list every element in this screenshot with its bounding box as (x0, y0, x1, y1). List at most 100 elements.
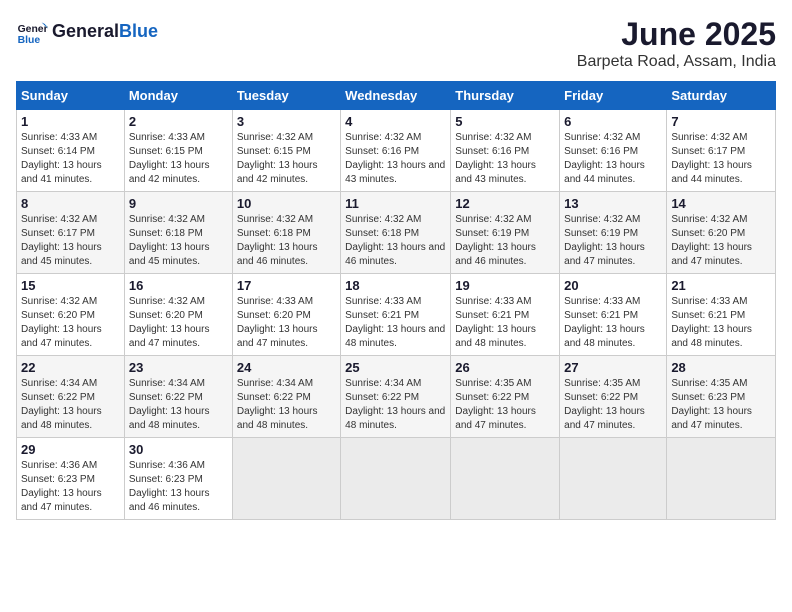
calendar-week-2: 8 Sunrise: 4:32 AMSunset: 6:17 PMDaylight… (17, 192, 776, 274)
weekday-header-tuesday: Tuesday (232, 82, 340, 110)
calendar-cell: 14 Sunrise: 4:32 AMSunset: 6:20 PMDayligh… (667, 192, 776, 274)
calendar-cell (341, 438, 451, 520)
weekday-header-wednesday: Wednesday (341, 82, 451, 110)
day-number: 17 (237, 278, 336, 293)
day-detail: Sunrise: 4:32 AMSunset: 6:20 PMDaylight:… (129, 296, 210, 349)
day-detail: Sunrise: 4:33 AMSunset: 6:15 PMDaylight:… (129, 132, 210, 185)
logo-text: GeneralBlue (52, 22, 158, 42)
day-detail: Sunrise: 4:33 AMSunset: 6:14 PMDaylight:… (21, 132, 102, 185)
day-detail: Sunrise: 4:32 AMSunset: 6:20 PMDaylight:… (671, 214, 752, 267)
logo-icon: General Blue (16, 16, 48, 48)
page-header: General Blue GeneralBlue June 2025 Barpe… (16, 16, 776, 71)
calendar-cell (451, 438, 560, 520)
day-number: 24 (237, 360, 336, 375)
day-detail: Sunrise: 4:32 AMSunset: 6:18 PMDaylight:… (237, 214, 318, 267)
month-title: June 2025 (577, 16, 776, 53)
calendar-cell: 15Sunrise: 4:32 AMSunset: 6:20 PMDayligh… (17, 274, 125, 356)
day-number: 26 (455, 360, 555, 375)
calendar-week-5: 29 Sunrise: 4:36 AMSunset: 6:23 PMDayligh… (17, 438, 776, 520)
calendar-cell: 24 Sunrise: 4:34 AMSunset: 6:22 PMDayligh… (232, 356, 340, 438)
calendar-cell: 3 Sunrise: 4:32 AMSunset: 6:15 PMDaylight… (232, 110, 340, 192)
calendar-cell: 13 Sunrise: 4:32 AMSunset: 6:19 PMDayligh… (560, 192, 667, 274)
weekday-header-sunday: Sunday (17, 82, 125, 110)
day-number: 4 (345, 114, 446, 129)
day-number: 19 (455, 278, 555, 293)
location: Barpeta Road, Assam, India (577, 53, 776, 71)
day-number: 25 (345, 360, 446, 375)
calendar-week-1: 1 Sunrise: 4:33 AMSunset: 6:14 PMDaylight… (17, 110, 776, 192)
calendar-week-4: 22Sunrise: 4:34 AMSunset: 6:22 PMDayligh… (17, 356, 776, 438)
day-number: 11 (345, 196, 446, 211)
day-number: 8 (21, 196, 120, 211)
calendar-cell: 25 Sunrise: 4:34 AMSunset: 6:22 PMDayligh… (341, 356, 451, 438)
calendar-cell: 8 Sunrise: 4:32 AMSunset: 6:17 PMDaylight… (17, 192, 125, 274)
day-number: 21 (671, 278, 771, 293)
day-detail: Sunrise: 4:32 AMSunset: 6:16 PMDaylight:… (564, 132, 645, 185)
title-block: June 2025 Barpeta Road, Assam, India (577, 16, 776, 71)
weekday-header-thursday: Thursday (451, 82, 560, 110)
day-detail: Sunrise: 4:32 AMSunset: 6:17 PMDaylight:… (21, 214, 102, 267)
day-number: 29 (21, 442, 120, 457)
weekday-header-friday: Friday (560, 82, 667, 110)
day-number: 27 (564, 360, 662, 375)
calendar-cell: 9 Sunrise: 4:32 AMSunset: 6:18 PMDaylight… (124, 192, 232, 274)
day-number: 14 (671, 196, 771, 211)
calendar-cell: 7 Sunrise: 4:32 AMSunset: 6:17 PMDaylight… (667, 110, 776, 192)
day-number: 5 (455, 114, 555, 129)
svg-text:Blue: Blue (18, 35, 41, 46)
calendar-cell: 22Sunrise: 4:34 AMSunset: 6:22 PMDayligh… (17, 356, 125, 438)
day-number: 13 (564, 196, 662, 211)
calendar-cell (560, 438, 667, 520)
day-detail: Sunrise: 4:32 AMSunset: 6:18 PMDaylight:… (345, 214, 445, 267)
day-number: 18 (345, 278, 446, 293)
calendar-table: SundayMondayTuesdayWednesdayThursdayFrid… (16, 81, 776, 520)
day-detail: Sunrise: 4:34 AMSunset: 6:22 PMDaylight:… (21, 378, 102, 431)
day-detail: Sunrise: 4:32 AMSunset: 6:16 PMDaylight:… (345, 132, 445, 185)
day-number: 28 (671, 360, 771, 375)
calendar-cell: 2Sunrise: 4:33 AMSunset: 6:15 PMDaylight… (124, 110, 232, 192)
day-detail: Sunrise: 4:34 AMSunset: 6:22 PMDaylight:… (237, 378, 318, 431)
day-number: 10 (237, 196, 336, 211)
logo: General Blue GeneralBlue (16, 16, 158, 48)
day-detail: Sunrise: 4:36 AMSunset: 6:23 PMDaylight:… (129, 460, 210, 513)
day-number: 15 (21, 278, 120, 293)
day-detail: Sunrise: 4:36 AMSunset: 6:23 PMDaylight:… (21, 460, 102, 513)
day-detail: Sunrise: 4:32 AMSunset: 6:17 PMDaylight:… (671, 132, 752, 185)
day-number: 30 (129, 442, 228, 457)
weekday-header-monday: Monday (124, 82, 232, 110)
day-detail: Sunrise: 4:32 AMSunset: 6:19 PMDaylight:… (455, 214, 536, 267)
calendar-cell: 1 Sunrise: 4:33 AMSunset: 6:14 PMDaylight… (17, 110, 125, 192)
day-detail: Sunrise: 4:32 AMSunset: 6:18 PMDaylight:… (129, 214, 210, 267)
day-detail: Sunrise: 4:34 AMSunset: 6:22 PMDaylight:… (345, 378, 445, 431)
day-detail: Sunrise: 4:35 AMSunset: 6:22 PMDaylight:… (564, 378, 645, 431)
day-number: 7 (671, 114, 771, 129)
day-number: 9 (129, 196, 228, 211)
day-detail: Sunrise: 4:35 AMSunset: 6:23 PMDaylight:… (671, 378, 752, 431)
calendar-cell: 16Sunrise: 4:32 AMSunset: 6:20 PMDayligh… (124, 274, 232, 356)
calendar-cell: 28 Sunrise: 4:35 AMSunset: 6:23 PMDayligh… (667, 356, 776, 438)
day-number: 1 (21, 114, 120, 129)
weekday-header-saturday: Saturday (667, 82, 776, 110)
day-detail: Sunrise: 4:33 AMSunset: 6:21 PMDaylight:… (455, 296, 536, 349)
day-detail: Sunrise: 4:32 AMSunset: 6:15 PMDaylight:… (237, 132, 318, 185)
calendar-week-3: 15 Sunrise: 4:32 AMSunset: 6:20 PMDayligh… (17, 274, 776, 356)
calendar-cell: 27 Sunrise: 4:35 AMSunset: 6:22 PMDayligh… (560, 356, 667, 438)
weekday-header-row: SundayMondayTuesdayWednesdayThursdayFrid… (17, 82, 776, 110)
day-detail: Sunrise: 4:32 AMSunset: 6:19 PMDaylight:… (564, 214, 645, 267)
day-number: 6 (564, 114, 662, 129)
day-detail: Sunrise: 4:33 AMSunset: 6:20 PMDaylight:… (237, 296, 318, 349)
day-number: 3 (237, 114, 336, 129)
calendar-cell: 19 Sunrise: 4:33 AMSunset: 6:21 PMDayligh… (451, 274, 560, 356)
day-number: 23 (129, 360, 228, 375)
calendar-cell: 18 Sunrise: 4:33 AMSunset: 6:21 PMDayligh… (341, 274, 451, 356)
day-number: 20 (564, 278, 662, 293)
calendar-cell (667, 438, 776, 520)
calendar-cell (232, 438, 340, 520)
calendar-cell: 10 Sunrise: 4:32 AMSunset: 6:18 PMDayligh… (232, 192, 340, 274)
calendar-cell: 5Sunrise: 4:32 AMSunset: 6:16 PMDaylight… (451, 110, 560, 192)
calendar-cell: 20Sunrise: 4:33 AMSunset: 6:21 PMDayligh… (560, 274, 667, 356)
day-number: 12 (455, 196, 555, 211)
day-detail: Sunrise: 4:33 AMSunset: 6:21 PMDaylight:… (671, 296, 752, 349)
day-detail: Sunrise: 4:34 AMSunset: 6:22 PMDaylight:… (129, 378, 210, 431)
day-detail: Sunrise: 4:33 AMSunset: 6:21 PMDaylight:… (345, 296, 445, 349)
